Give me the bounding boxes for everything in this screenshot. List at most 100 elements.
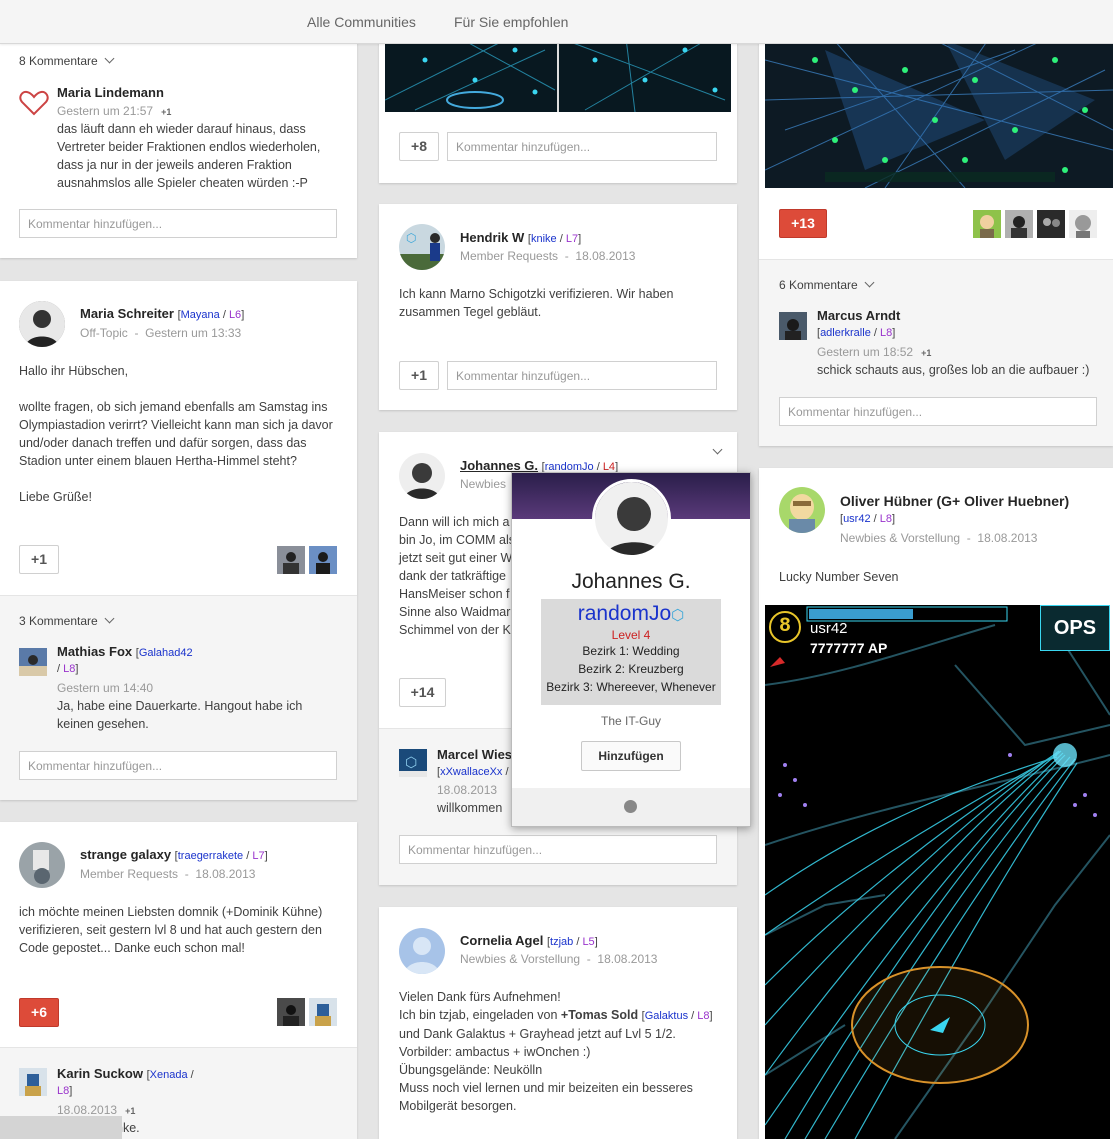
comment-avatar[interactable] — [779, 312, 807, 340]
author-level: L8 — [879, 513, 893, 525]
comment-author[interactable]: Karin Suckow — [57, 1066, 143, 1081]
author-level: L7 — [252, 850, 265, 862]
ingress-map-image[interactable] — [764, 30, 1113, 189]
post-body-line: und Dank Galaktus + Grayhead jetzt auf L… — [399, 1027, 676, 1041]
hangout-icon[interactable] — [624, 800, 637, 813]
plus-one-button[interactable]: +1 — [19, 545, 59, 574]
scrollbar-overlay[interactable] — [0, 1116, 122, 1139]
comment-nick[interactable]: xXwallaceXx — [440, 766, 502, 778]
comment-plus-one[interactable]: +1 — [161, 107, 171, 117]
add-comment-input[interactable]: Kommentar hinzufügen... — [447, 361, 717, 390]
author-nick[interactable]: tzjab — [550, 936, 573, 948]
post-menu[interactable] — [706, 444, 723, 459]
post-time[interactable]: 18.08.2013 — [977, 531, 1037, 545]
post-body: wollte fragen, ob sich jemand ebenfalls … — [19, 400, 333, 468]
post-author[interactable]: Hendrik W — [460, 230, 524, 245]
post-author[interactable]: Cornelia Agel — [460, 933, 543, 948]
author-nick[interactable]: usr42 — [843, 513, 871, 525]
plus-one-button[interactable]: +8 — [399, 132, 439, 161]
plusoner-avatar[interactable] — [309, 546, 337, 574]
post-category[interactable]: Newbies & Vorstellung — [460, 952, 580, 966]
comment-text: Ja, habe eine Dauerkarte. Hangout habe i… — [57, 699, 303, 731]
plusoner-avatar[interactable] — [1005, 210, 1033, 238]
mention-level: L8 — [697, 1010, 710, 1022]
ops-button[interactable]: OPS — [1040, 605, 1110, 651]
tab-recommended[interactable]: Für Sie empfohlen — [454, 14, 568, 30]
post-author[interactable]: Johannes G. — [460, 458, 538, 473]
add-comment-input[interactable]: Kommentar hinzufügen... — [19, 209, 337, 238]
avatar[interactable] — [399, 453, 445, 499]
plus-one-button[interactable]: +14 — [399, 678, 446, 707]
add-comment-input[interactable]: Kommentar hinzufügen... — [399, 835, 717, 864]
tab-all-communities[interactable]: Alle Communities — [307, 14, 416, 30]
avatar[interactable]: ⬡ — [399, 224, 445, 270]
plusoner-avatar[interactable] — [973, 210, 1001, 238]
comments-toggle[interactable]: 6 Kommentare — [779, 277, 875, 292]
comment-nick[interactable]: Xenada — [150, 1069, 188, 1081]
comments-toggle[interactable]: 8 Kommentare — [19, 53, 115, 68]
post-time[interactable]: 18.08.2013 — [195, 867, 255, 881]
comment-author-line: Mathias Fox [Galahad42 — [57, 644, 193, 659]
comment-time: Gestern um 18:52 — [817, 345, 914, 359]
comment-author[interactable]: Marcus Arndt — [817, 308, 900, 323]
comment-avatar[interactable] — [19, 1068, 47, 1096]
plusoner-avatar[interactable] — [1037, 210, 1065, 238]
comment-nick[interactable]: Galahad42 — [139, 647, 193, 659]
comment-author[interactable]: Mathias Fox — [57, 644, 132, 659]
comment-avatar[interactable]: ⬡ — [399, 749, 427, 777]
chevron-down-icon — [712, 444, 723, 455]
mention-nick[interactable]: Galaktus — [645, 1010, 688, 1022]
post-time[interactable]: Gestern um 13:33 — [145, 326, 241, 340]
post-meta: Member Requests - 18.08.2013 — [80, 867, 256, 881]
comment-plus-one[interactable]: +1 — [921, 348, 931, 358]
ingress-game-screenshot[interactable]: 8 usr42 7777777 AP OPS — [765, 605, 1110, 1139]
author-nick[interactable]: Mayana — [181, 309, 220, 321]
plusoner-avatar[interactable] — [1069, 210, 1097, 238]
post-category[interactable]: Newbies — [460, 477, 506, 491]
profile-avatar[interactable] — [592, 479, 671, 558]
plus-one-button[interactable]: +13 — [779, 209, 827, 238]
profile-name[interactable]: Johannes G. — [512, 570, 750, 594]
post-body-line: Vielen Dank fürs Aufnehmen! — [399, 990, 561, 1004]
plusoner-avatar[interactable] — [277, 998, 305, 1026]
comment-nick[interactable]: adlerkralle — [820, 327, 871, 339]
post-signoff: Liebe Grüße! — [19, 490, 92, 504]
comments-toggle[interactable]: 3 Kommentare — [19, 613, 115, 628]
profile-nick[interactable]: randomJo — [578, 602, 671, 625]
post-author[interactable]: Maria Schreiter — [80, 306, 174, 321]
add-comment-input[interactable]: Kommentar hinzufügen... — [447, 132, 717, 161]
avatar[interactable] — [779, 487, 825, 533]
post-category[interactable]: Newbies & Vorstellung — [840, 531, 960, 545]
add-comment-input[interactable]: Kommentar hinzufügen... — [779, 397, 1097, 426]
comment-avatar[interactable] — [19, 648, 47, 676]
plusoner-avatar[interactable] — [277, 546, 305, 574]
post-body: ich möchte meinen Liebsten domnik (+Domi… — [19, 905, 323, 955]
add-comment-input[interactable]: Kommentar hinzufügen... — [19, 751, 337, 780]
comment-plus-one[interactable]: +1 — [125, 1106, 135, 1116]
enlightened-icon: ⬡ — [671, 607, 685, 624]
post-category[interactable]: Off-Topic — [80, 326, 128, 340]
post-body-line: HansMeiser schon f — [399, 587, 510, 601]
plusoner-avatar[interactable] — [309, 998, 337, 1026]
author-nick[interactable]: traegerrakete — [178, 850, 243, 862]
plus-one-button[interactable]: +1 — [399, 361, 439, 390]
post-author-nick-line: [usr42 / L8] — [840, 513, 896, 525]
plus-one-button[interactable]: +6 — [19, 998, 59, 1027]
comment-author[interactable]: Maria Lindemann — [57, 85, 164, 100]
avatar[interactable] — [19, 842, 65, 888]
comment-meta: Gestern um 18:52 +1 — [817, 345, 931, 359]
post-time[interactable]: 18.08.2013 — [597, 952, 657, 966]
post-category[interactable]: Member Requests — [460, 249, 558, 263]
post-card-cornelia-agel: Cornelia Agel [tzjab / L5] Newbies & Vor… — [379, 907, 737, 1139]
post-author[interactable]: strange galaxy — [80, 847, 171, 862]
mention-link[interactable]: +Tomas Sold — [561, 1008, 638, 1022]
author-nick[interactable]: knike — [531, 233, 557, 245]
post-category[interactable]: Member Requests — [80, 867, 178, 881]
comment-author[interactable]: Marcel Wiese — [437, 747, 519, 762]
avatar[interactable] — [19, 301, 65, 347]
hovercard-footer — [512, 788, 750, 826]
add-to-circles-button[interactable]: Hinzufügen — [581, 741, 681, 771]
post-time[interactable]: 18.08.2013 — [575, 249, 635, 263]
avatar[interactable] — [399, 928, 445, 974]
post-author[interactable]: Oliver Hübner (G+ Oliver Huebner) — [840, 493, 1069, 509]
